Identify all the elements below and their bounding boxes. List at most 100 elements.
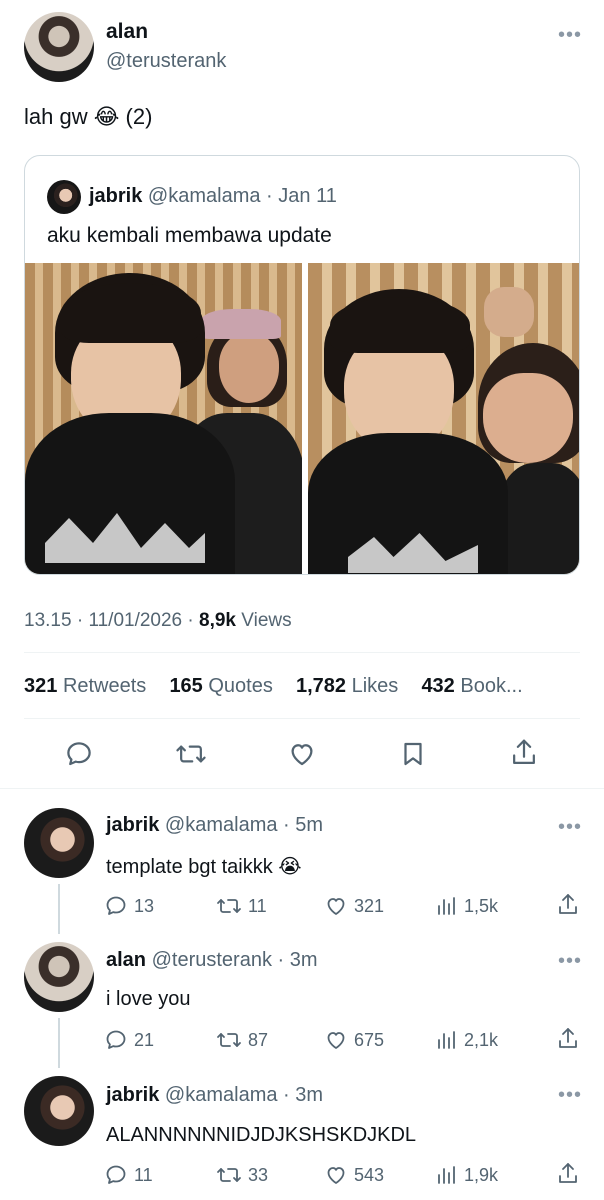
views-button[interactable]: 2,1k bbox=[436, 1028, 498, 1052]
reply-header: alan @terusterank · 3m bbox=[106, 949, 318, 972]
views-label: Views bbox=[241, 610, 292, 631]
reply-time[interactable]: · 3m bbox=[278, 949, 318, 971]
retweet-icon bbox=[217, 1168, 241, 1182]
quoted-author-avatar bbox=[47, 180, 81, 214]
author-avatar[interactable] bbox=[24, 12, 94, 82]
share-button[interactable] bbox=[556, 1161, 580, 1187]
share-button[interactable] bbox=[556, 1026, 580, 1052]
reply-actions: 21 87 675 2,1k bbox=[104, 1028, 584, 1058]
reply-count: 13 bbox=[134, 895, 155, 916]
more-options-icon[interactable]: ••• bbox=[558, 25, 582, 45]
views-button[interactable]: 1,5k bbox=[436, 894, 498, 918]
heart-icon bbox=[327, 1032, 345, 1049]
quotes-stat[interactable]: 165 Quotes bbox=[169, 675, 278, 697]
quoted-author-handle: @kamalama bbox=[147, 185, 261, 207]
tweet-text: lah gw 😂 (2) bbox=[24, 104, 153, 129]
views-count: 8,9k bbox=[199, 610, 236, 631]
reply-author-name[interactable]: jabrik bbox=[106, 814, 159, 836]
retweet-icon bbox=[176, 745, 206, 763]
share-button[interactable] bbox=[509, 737, 539, 769]
divider bbox=[24, 718, 580, 719]
more-options-icon[interactable]: ••• bbox=[558, 1085, 582, 1105]
reply-header: jabrik @kamalama · 5m bbox=[106, 814, 323, 837]
likes-stat[interactable]: 1,782 Likes bbox=[296, 675, 404, 697]
quoted-text: aku kembali membawa update bbox=[47, 224, 332, 247]
reply-text: ALANNNNNNIDJDJKSHSKDJKDL bbox=[106, 1124, 417, 1146]
share-icon bbox=[559, 1028, 577, 1048]
reply-icon bbox=[106, 1030, 126, 1049]
reply-text: i love you bbox=[106, 988, 191, 1010]
reply-button[interactable]: 11 bbox=[104, 1163, 153, 1187]
retweet-count: 33 bbox=[248, 1164, 269, 1185]
reply-author-name[interactable]: alan bbox=[106, 949, 146, 971]
view-count: 1,5k bbox=[464, 895, 499, 916]
like-count: 543 bbox=[354, 1164, 385, 1185]
reply-time[interactable]: · 3m bbox=[283, 1084, 323, 1106]
bookmarks-stat[interactable]: 432 Book... bbox=[421, 675, 522, 697]
like-button[interactable]: 675 bbox=[324, 1028, 384, 1052]
bookmark-icon bbox=[404, 742, 422, 766]
divider bbox=[24, 652, 580, 653]
likes-label: Likes bbox=[351, 675, 399, 697]
retweet-icon bbox=[217, 1033, 241, 1047]
divider bbox=[0, 788, 604, 789]
heart-icon bbox=[327, 1167, 345, 1184]
bookmarks-count: 432 bbox=[421, 675, 455, 697]
view-count: 1,9k bbox=[464, 1164, 499, 1185]
reply-button[interactable] bbox=[64, 739, 94, 769]
reply-author-handle[interactable]: @terusterank bbox=[152, 949, 272, 971]
reply-button[interactable]: 21 bbox=[104, 1028, 154, 1052]
retweet-count: 87 bbox=[248, 1029, 269, 1050]
tweet-date[interactable]: 11/01/2026 bbox=[88, 610, 182, 631]
thread-line bbox=[58, 884, 60, 934]
author-handle[interactable]: @terusterank bbox=[106, 50, 226, 73]
retweet-button[interactable]: 11 bbox=[216, 894, 267, 918]
quoted-photo-1[interactable] bbox=[25, 263, 302, 574]
reply-button[interactable]: 13 bbox=[104, 894, 154, 918]
heart-icon bbox=[327, 898, 345, 915]
retweet-button[interactable]: 33 bbox=[216, 1163, 268, 1187]
retweet-icon bbox=[217, 899, 241, 913]
reply-actions: 11 33 543 1,9k bbox=[104, 1163, 584, 1193]
retweets-count: 321 bbox=[24, 675, 58, 697]
author-name[interactable]: alan bbox=[106, 20, 148, 44]
quoted-tweet-card[interactable]: jabrik @kamalama · Jan 11 aku kembali me… bbox=[24, 155, 580, 575]
likes-count: 1,782 bbox=[295, 675, 347, 697]
retweets-label: Retweets bbox=[62, 675, 147, 697]
reply-avatar[interactable] bbox=[24, 808, 94, 878]
like-count: 321 bbox=[354, 895, 385, 916]
views-bar-chart-icon bbox=[438, 897, 455, 915]
reply-avatar[interactable] bbox=[24, 1076, 94, 1146]
reply-author-handle[interactable]: @kamalama bbox=[165, 1084, 278, 1106]
reply-header: jabrik @kamalama · 3m bbox=[106, 1084, 323, 1107]
quoted-photo-2[interactable] bbox=[308, 263, 579, 574]
quotes-label: Quotes bbox=[208, 675, 273, 697]
reply-author-handle[interactable]: @kamalama bbox=[165, 814, 278, 836]
quoted-date: · Jan 11 bbox=[266, 185, 337, 207]
reply-author-name[interactable]: jabrik bbox=[106, 1084, 159, 1106]
reply-avatar[interactable] bbox=[24, 942, 94, 1012]
reply-icon bbox=[67, 742, 91, 766]
thread-line bbox=[58, 1018, 60, 1068]
more-options-icon[interactable]: ••• bbox=[558, 951, 582, 971]
reply-count: 11 bbox=[134, 1164, 153, 1185]
like-button[interactable] bbox=[287, 739, 317, 769]
reply-count: 21 bbox=[134, 1029, 155, 1050]
share-icon bbox=[559, 894, 577, 914]
reply-actions: 13 11 321 1,5k bbox=[104, 894, 584, 924]
retweet-button[interactable]: 87 bbox=[216, 1028, 268, 1052]
quoted-author-name: jabrik bbox=[89, 185, 143, 207]
retweet-button[interactable] bbox=[175, 739, 207, 769]
like-button[interactable]: 543 bbox=[324, 1163, 384, 1187]
tweet-time[interactable]: 13.15 bbox=[24, 610, 72, 631]
share-button[interactable] bbox=[556, 892, 580, 918]
share-icon bbox=[513, 739, 535, 764]
views-button[interactable]: 1,9k bbox=[436, 1163, 498, 1187]
reply-icon bbox=[106, 1165, 126, 1184]
more-options-icon[interactable]: ••• bbox=[558, 817, 582, 837]
bookmark-button[interactable] bbox=[398, 739, 428, 769]
retweets-stat[interactable]: 321 Retweets bbox=[24, 675, 152, 697]
retweet-count: 11 bbox=[248, 895, 267, 916]
like-button[interactable]: 321 bbox=[324, 894, 384, 918]
reply-time[interactable]: · 5m bbox=[283, 814, 323, 836]
